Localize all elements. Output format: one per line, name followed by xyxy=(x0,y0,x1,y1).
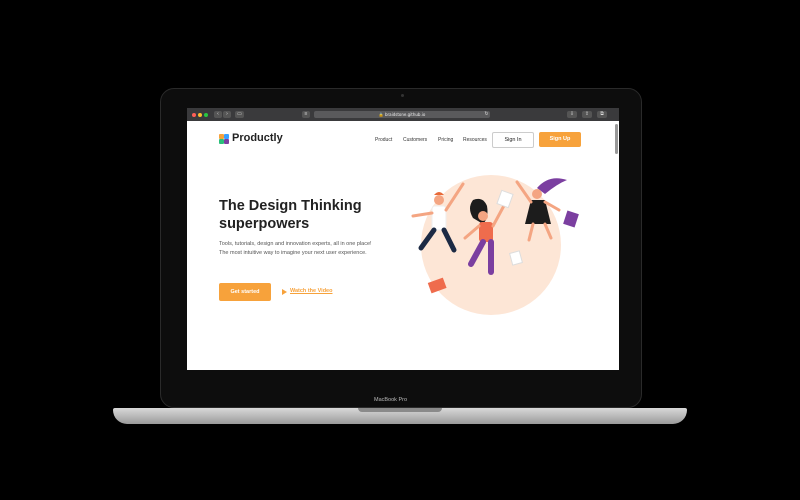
sign-in-button[interactable]: Sign In xyxy=(492,132,534,148)
hero-headline-line2: superpowers xyxy=(219,216,310,232)
play-icon[interactable] xyxy=(282,289,287,295)
sign-up-button[interactable]: Sign Up xyxy=(539,132,581,147)
address-bar[interactable]: 🔒 braidstone.github.io xyxy=(314,111,490,118)
maximize-window-icon[interactable] xyxy=(204,112,208,117)
watch-video-link[interactable]: Watch the Video xyxy=(290,288,332,294)
back-icon[interactable]: ‹ xyxy=(214,111,222,118)
reader-icon[interactable]: ≡ xyxy=(302,111,310,118)
camera xyxy=(401,94,404,97)
sidebar-icon[interactable]: ▭ xyxy=(235,111,244,118)
hero-headline: The Design Thinking superpowers xyxy=(219,197,419,233)
share-icon[interactable]: ⇪ xyxy=(582,111,592,118)
brand-name[interactable]: Productly xyxy=(232,132,283,144)
forward-icon[interactable]: › xyxy=(223,111,231,118)
browser-screen: ‹ › ▭ ≡ 🔒 braidstone.github.io ↻ ⇩ ⇪ ⧉ P… xyxy=(187,108,619,370)
get-started-button[interactable]: Get started xyxy=(219,283,271,301)
close-window-icon[interactable] xyxy=(192,112,196,117)
scrollbar[interactable] xyxy=(615,124,618,154)
nav-product[interactable]: Product xyxy=(375,137,392,143)
downloads-icon[interactable]: ⇩ xyxy=(567,111,577,118)
url-text: braidstone.github.io xyxy=(384,112,426,117)
hero-subtext: Tools, tutorials, design and innovation … xyxy=(219,241,372,256)
floating-card xyxy=(563,210,579,228)
device-model-label: MacBook Pro xyxy=(374,397,408,403)
laptop-notch xyxy=(358,408,442,412)
reload-icon[interactable]: ↻ xyxy=(484,111,489,118)
nav-resources[interactable]: Resources xyxy=(463,137,487,143)
next-section-heading-partial xyxy=(327,365,477,370)
nav-pricing[interactable]: Pricing xyxy=(438,137,453,143)
hero-illustration xyxy=(411,175,579,315)
nav-customers[interactable]: Customers xyxy=(403,137,427,143)
browser-toolbar: ‹ › ▭ ≡ 🔒 braidstone.github.io ↻ ⇩ ⇪ ⧉ xyxy=(187,108,619,121)
productly-logo-icon xyxy=(219,134,229,144)
hero-headline-line1: The Design Thinking xyxy=(219,198,362,214)
laptop-base xyxy=(113,408,687,424)
tabs-icon[interactable]: ⧉ xyxy=(597,111,607,118)
minimize-window-icon[interactable] xyxy=(198,112,202,117)
